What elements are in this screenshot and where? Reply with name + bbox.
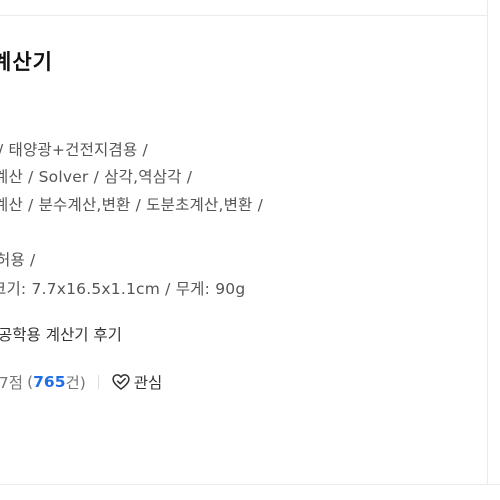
product-title: 계산기 (0, 50, 53, 74)
favorite-label: 관심 (133, 374, 163, 392)
favorite-button[interactable]: 관심 (111, 371, 163, 393)
review-link[interactable]: 공학용 계산기 후기 (0, 323, 122, 345)
spec-line: 계산 / 분수계산,변환 / 도분초계산,변환 / (0, 196, 264, 214)
rating-row: .7점 ( 765 건) 관심 (0, 371, 162, 393)
heart-check-icon (112, 374, 130, 390)
top-divider (0, 15, 487, 16)
spec-line: / 태양광+건전지겸용 / (0, 141, 148, 159)
spec-line: 허용 / (0, 251, 36, 269)
review-count[interactable]: 765 (33, 373, 65, 391)
bottom-divider (0, 484, 500, 485)
rating-score: .7점 (0, 374, 24, 392)
right-divider (487, 0, 488, 484)
separator (97, 375, 99, 389)
spec-line: 계산 / Solver / 삼각,역삼각 / (0, 168, 193, 186)
review-count-suffix: 건) (65, 374, 86, 392)
spec-line: 크기: 7.7x16.5x1.1cm / 무게: 90g (0, 280, 246, 298)
